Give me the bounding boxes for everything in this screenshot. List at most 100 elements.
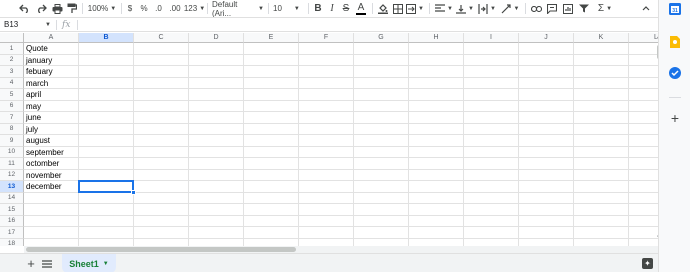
cell-a8[interactable]: july xyxy=(24,124,79,135)
column-header-i[interactable]: I xyxy=(464,33,519,43)
tasks-icon[interactable] xyxy=(669,67,681,79)
row-header-14[interactable]: 14 xyxy=(0,192,24,204)
row-gridline xyxy=(24,134,658,135)
column-header-d[interactable]: D xyxy=(189,33,244,43)
all-sheets-icon[interactable] xyxy=(40,254,54,272)
horizontal-scrollbar[interactable] xyxy=(24,246,658,253)
bold-button[interactable]: B xyxy=(312,0,324,17)
text-color-button[interactable]: A xyxy=(354,0,368,17)
zoom-select[interactable]: 100% ▼ xyxy=(86,0,118,17)
select-all-corner[interactable] xyxy=(0,33,24,43)
cell-a12[interactable]: november xyxy=(24,170,79,181)
strikethrough-button[interactable]: S xyxy=(340,0,352,17)
cell-a13[interactable]: december xyxy=(24,181,79,192)
column-header-f[interactable]: F xyxy=(299,33,354,43)
row-header-1[interactable]: 1 xyxy=(0,43,24,55)
row-gridline xyxy=(24,99,658,101)
cell-a4[interactable]: march xyxy=(24,78,79,89)
fill-color-icon[interactable] xyxy=(377,0,389,17)
chart-icon[interactable] xyxy=(562,0,574,17)
column-header-j[interactable]: J xyxy=(519,33,574,43)
text-rotation-icon[interactable]: ▼ xyxy=(500,0,520,17)
decrease-decimal-button[interactable]: .0 xyxy=(152,0,165,17)
cell-a9[interactable]: august xyxy=(24,135,79,146)
row-header-18[interactable]: 18 xyxy=(0,238,24,246)
cell-a6[interactable]: may xyxy=(24,101,79,112)
row-header-4[interactable]: 4 xyxy=(0,77,24,89)
column-header-e[interactable]: E xyxy=(244,33,299,43)
add-sheet-icon[interactable]: + xyxy=(24,254,38,272)
row-header-11[interactable]: 11 xyxy=(0,158,24,170)
number-format-label: 123 xyxy=(183,4,198,13)
link-icon[interactable] xyxy=(530,0,542,17)
vertical-align-icon[interactable]: ▼ xyxy=(456,0,474,17)
column-header-b[interactable]: B xyxy=(79,33,134,43)
italic-button[interactable]: I xyxy=(326,0,338,17)
functions-label: Σ xyxy=(597,3,605,14)
collapse-toolbar-icon[interactable] xyxy=(640,0,652,17)
print-icon[interactable] xyxy=(50,0,64,17)
filter-icon[interactable] xyxy=(578,0,590,17)
borders-icon[interactable] xyxy=(392,0,404,17)
text-wrap-icon[interactable]: ▼ xyxy=(478,0,496,17)
font-family-select[interactable]: Default (Ari... ▼ xyxy=(212,0,264,18)
row-header-2[interactable]: 2 xyxy=(0,54,24,66)
number-format-select[interactable]: 123 ▼ xyxy=(183,0,205,17)
column-header-a[interactable]: A xyxy=(24,33,79,43)
row-header-9[interactable]: 9 xyxy=(0,135,24,147)
chevron-down-icon[interactable]: ▼ xyxy=(103,261,109,267)
row-header-8[interactable]: 8 xyxy=(0,123,24,135)
undo-icon[interactable] xyxy=(17,0,31,17)
horizontal-align-icon[interactable]: ▼ xyxy=(435,0,453,17)
side-panel-divider xyxy=(669,97,681,98)
row-gridline xyxy=(24,157,658,158)
horizontal-scroll-thumb[interactable] xyxy=(26,247,296,252)
column-header-l[interactable]: L xyxy=(629,33,658,43)
row-gridline xyxy=(24,88,658,89)
row-header-13[interactable]: 13 xyxy=(0,181,24,193)
percent-format-button[interactable]: % xyxy=(139,0,149,17)
row-header-3[interactable]: 3 xyxy=(0,66,24,78)
sheet-bar: + Sheet1 ▼ ✦ xyxy=(0,253,658,272)
row-header-15[interactable]: 15 xyxy=(0,204,24,216)
font-size-select[interactable]: 10 ▼ xyxy=(273,0,303,17)
formula-input[interactable] xyxy=(80,18,650,31)
increase-decimal-button[interactable]: .00 xyxy=(167,0,183,17)
row-gridline xyxy=(24,214,658,216)
spreadsheet-grid[interactable]: A B C D E F G H I J K L 1 2 3 4 5 6 7 8 9 10 11 12 13 14 15 16 17 18 Q… xyxy=(0,33,658,246)
column-header-g[interactable]: G xyxy=(354,33,409,43)
comment-icon[interactable] xyxy=(546,0,558,17)
calendar-icon[interactable]: 31 xyxy=(669,3,681,15)
row-header-6[interactable]: 6 xyxy=(0,100,24,112)
cell-a2[interactable]: january xyxy=(24,55,79,66)
cell-a10[interactable]: september xyxy=(24,147,79,158)
row-header-7[interactable]: 7 xyxy=(0,112,24,124)
paint-format-icon[interactable] xyxy=(65,0,78,17)
redo-icon[interactable] xyxy=(34,0,48,17)
cell-a11[interactable]: octomber xyxy=(24,158,79,169)
cell-a7[interactable]: june xyxy=(24,112,79,123)
keep-icon[interactable] xyxy=(669,36,681,48)
cell-a1[interactable]: Quote xyxy=(24,43,79,54)
row-header-16[interactable]: 16 xyxy=(0,215,24,227)
explore-icon[interactable]: ✦ xyxy=(642,258,653,269)
column-gridline xyxy=(188,43,189,246)
column-header-h[interactable]: H xyxy=(409,33,464,43)
currency-format-button[interactable]: $ xyxy=(125,0,135,17)
cell-a5[interactable]: april xyxy=(24,89,79,100)
merge-cells-icon[interactable]: ▼ xyxy=(406,0,424,17)
chevron-down-icon[interactable]: ▼ xyxy=(45,18,51,31)
column-header-c[interactable]: C xyxy=(134,33,189,43)
row-header-17[interactable]: 17 xyxy=(0,227,24,239)
cell-a3[interactable]: febuary xyxy=(24,66,79,77)
active-cell-b13[interactable] xyxy=(78,180,134,193)
sheet-tab[interactable]: Sheet1 ▼ xyxy=(62,254,116,272)
row-header-10[interactable]: 10 xyxy=(0,146,24,158)
fill-handle[interactable] xyxy=(131,189,136,195)
row-header-5[interactable]: 5 xyxy=(0,89,24,101)
toolbar-divider xyxy=(207,3,208,14)
add-addon-icon[interactable]: + xyxy=(669,110,681,126)
column-header-k[interactable]: K xyxy=(574,33,629,43)
row-header-12[interactable]: 12 xyxy=(0,169,24,181)
functions-button[interactable]: Σ ▼ xyxy=(596,0,614,17)
